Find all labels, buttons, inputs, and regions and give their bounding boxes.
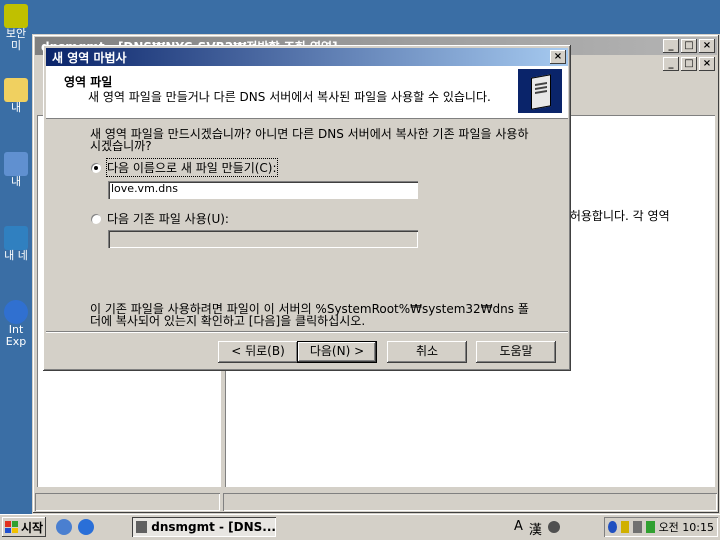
- create-new-file-radio[interactable]: [91, 162, 101, 173]
- ime-hanja-toggle[interactable]: 漢: [529, 519, 542, 538]
- desktop-icon-security[interactable]: 보안 미: [0, 4, 32, 52]
- next-button[interactable]: 다음(N) >: [297, 341, 377, 363]
- create-new-file-label: 다음 이름으로 새 파일 만들기(C):: [106, 158, 278, 177]
- network-icon: [4, 226, 28, 250]
- maximize-button[interactable]: □: [681, 39, 697, 53]
- status-bar: [35, 493, 717, 511]
- desktop-icon-internet-explorer[interactable]: Int Exp: [0, 300, 32, 348]
- wizard-title: 새 영역 마법사: [52, 50, 127, 65]
- wizard-intro-text: 새 영역 파일을 만드시겠습니까? 아니면 다른 DNS 서버에서 복사한 기존…: [90, 127, 529, 153]
- wizard-header: 영역 파일 새 영역 파일을 만들거나 다른 DNS 서버에서 복사된 파일을 …: [46, 66, 568, 119]
- existing-file-note: 이 기존 파일을 사용하려면 파일이 이 서버의 %SystemRoot%₩sy…: [90, 302, 529, 328]
- desktop-icon-label: 내: [10, 175, 22, 188]
- security-shield-icon[interactable]: [620, 521, 630, 533]
- ime-settings-icon[interactable]: [547, 521, 560, 533]
- desktop-icon-my-documents[interactable]: 내: [0, 78, 32, 114]
- windows-logo-icon: [5, 521, 18, 533]
- desktop-icon-label: 내: [10, 101, 22, 114]
- ime-toolbar: A 漢: [514, 519, 560, 538]
- existing-file-input[interactable]: [108, 230, 418, 248]
- taskbar-item-dnsmgmt[interactable]: dnsmgmt - [DNS...: [132, 517, 276, 537]
- desktop-icon-my-computer[interactable]: 내: [0, 152, 32, 188]
- desktop-icon-label: 내 네: [4, 249, 28, 262]
- details-text: 록 허용합니다. 각 영역: [555, 209, 670, 223]
- desktop: 보안 미 내 내 내 네 Int Exp dnsmgmt - [DNS₩NYC-…: [0, 0, 720, 514]
- wizard-titlebar[interactable]: 새 영역 마법사 ×: [46, 48, 568, 66]
- dns-server-icon: [518, 69, 562, 113]
- minimize-button[interactable]: _: [663, 39, 679, 53]
- dnsmgmt-icon: [136, 521, 148, 533]
- create-new-file-option[interactable]: 다음 이름으로 새 파일 만들기(C):: [91, 158, 278, 177]
- help-button[interactable]: 도움말: [476, 341, 556, 363]
- help-icon[interactable]: [608, 521, 617, 533]
- new-file-name-input[interactable]: love.vm.dns: [108, 181, 418, 199]
- start-button[interactable]: 시작: [2, 517, 46, 537]
- ime-alpha-toggle[interactable]: A: [514, 519, 523, 538]
- taskbar: 시작 dnsmgmt - [DNS... A 漢 오전 10:15: [0, 514, 720, 540]
- back-button[interactable]: < 뒤로(B): [218, 341, 298, 363]
- close-button[interactable]: ×: [699, 39, 715, 53]
- clock: 오전 10:15: [658, 521, 714, 534]
- wizard-header-subtitle: 새 영역 파일을 만들거나 다른 DNS 서버에서 복사된 파일을 사용할 수 …: [88, 90, 491, 104]
- system-tray: 오전 10:15: [604, 517, 718, 537]
- computer-icon: [4, 152, 28, 176]
- wizard-button-separator: [46, 331, 568, 333]
- child-close-button[interactable]: ×: [699, 57, 715, 71]
- desktop-icon-label: 미: [10, 39, 22, 52]
- taskbar-item-label: dnsmgmt - [DNS...: [151, 520, 276, 534]
- use-existing-file-label: 다음 기존 파일 사용(U):: [107, 212, 229, 226]
- start-label: 시작: [21, 520, 44, 535]
- volume-icon[interactable]: [633, 521, 642, 533]
- cancel-button[interactable]: 취소: [387, 341, 467, 363]
- child-restore-button[interactable]: □: [681, 57, 697, 71]
- wizard-close-button[interactable]: ×: [550, 50, 566, 64]
- new-zone-wizard-dialog: 새 영역 마법사 × 영역 파일 새 영역 파일을 만들거나 다른 DNS 서버…: [43, 45, 571, 371]
- internet-explorer-icon: [4, 300, 28, 324]
- use-existing-file-radio[interactable]: [91, 213, 101, 224]
- internet-explorer-icon[interactable]: [78, 519, 94, 535]
- folder-icon: [4, 78, 28, 102]
- desktop-icon-network[interactable]: 내 네: [0, 226, 32, 262]
- quick-launch: [56, 519, 94, 535]
- show-desktop-icon[interactable]: [56, 519, 72, 535]
- security-warning-icon: [4, 4, 28, 28]
- desktop-icon-label: Exp: [5, 335, 27, 348]
- network-tray-icon[interactable]: [645, 521, 655, 533]
- child-minimize-button[interactable]: _: [663, 57, 679, 71]
- use-existing-file-option[interactable]: 다음 기존 파일 사용(U):: [91, 210, 229, 227]
